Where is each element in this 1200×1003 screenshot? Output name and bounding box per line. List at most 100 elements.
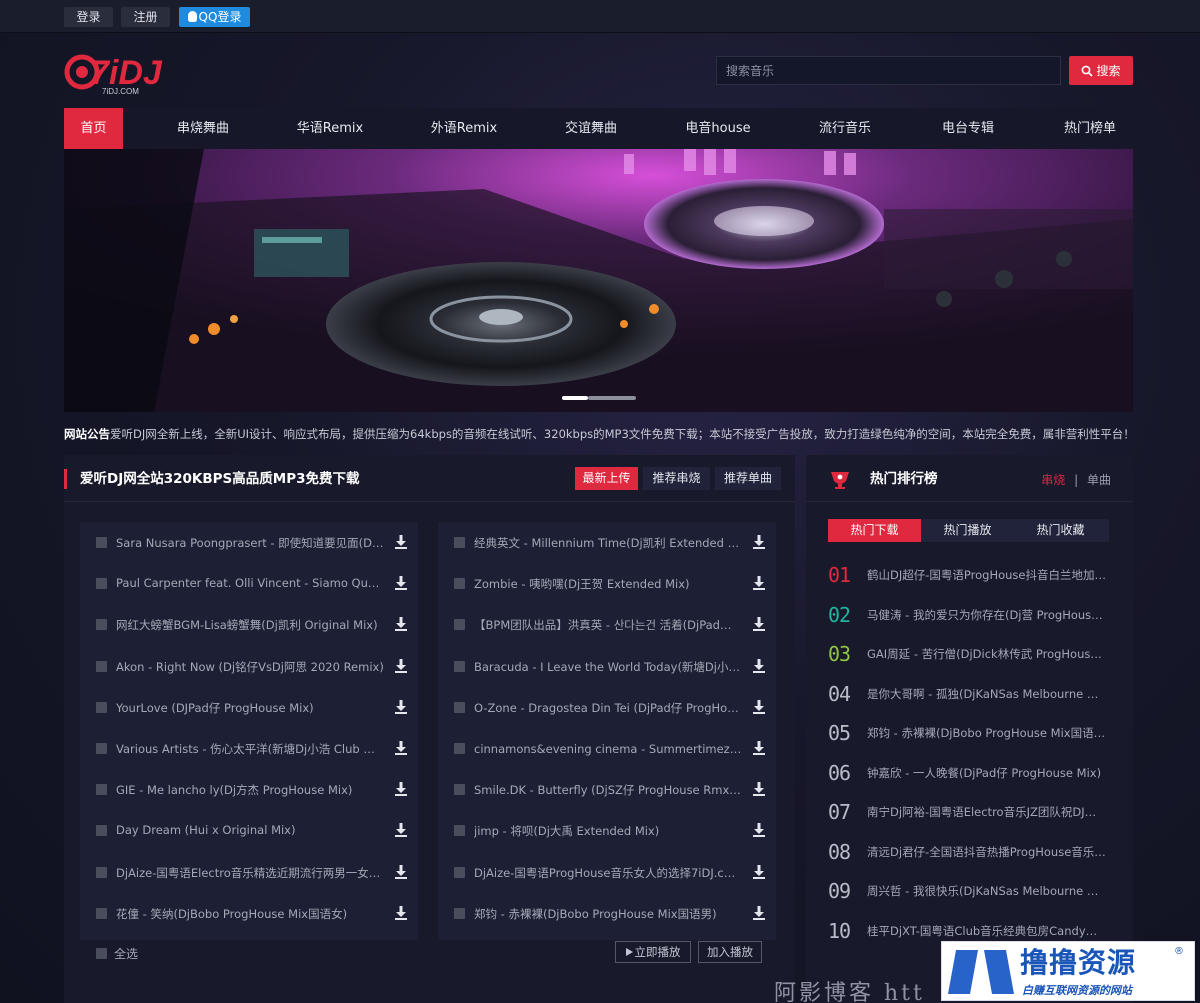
download-icon[interactable] bbox=[753, 905, 765, 920]
song-checkbox[interactable] bbox=[454, 537, 465, 548]
download-icon[interactable] bbox=[395, 699, 407, 714]
song-title[interactable]: cinnamons&evening cinema - Summertimezip… bbox=[474, 741, 742, 757]
download-icon[interactable] bbox=[395, 782, 407, 797]
nav-item-ballroom[interactable]: 交谊舞曲 bbox=[556, 108, 626, 149]
song-title[interactable]: Day Dream (Hui x Original Mix) bbox=[116, 823, 384, 837]
song-title[interactable]: Zombie - 咦哟嘿(Dj王贺 Extended Mix) bbox=[474, 576, 742, 592]
song-checkbox[interactable] bbox=[96, 784, 107, 796]
download-icon[interactable] bbox=[753, 864, 765, 879]
song-checkbox[interactable] bbox=[96, 866, 107, 878]
play-now-button[interactable]: 立即播放 bbox=[615, 941, 691, 963]
song-row[interactable]: 【BPM团队出品】洪真英 - 산다는건 活着(DjPad仔 ProgHouse) bbox=[438, 604, 776, 645]
rank-song-title[interactable]: 钟嘉欣 - 一人晚餐(DjPad仔 ProgHouse Mix) bbox=[867, 765, 1107, 781]
rank-song-title[interactable]: 鹤山DJ超仔-国粤语ProgHouse抖音白兰地加冰串烧 bbox=[867, 567, 1107, 583]
song-title[interactable]: Paul Carpenter feat. Olli Vincent - Siam… bbox=[116, 576, 384, 590]
song-row[interactable]: Day Dream (Hui x Original Mix) bbox=[80, 810, 418, 851]
song-checkbox[interactable] bbox=[96, 578, 107, 590]
song-checkbox[interactable] bbox=[96, 537, 107, 548]
download-icon[interactable] bbox=[395, 617, 407, 632]
song-title[interactable]: jimp - 将呗(Dj大禹 Extended Mix) bbox=[474, 823, 742, 839]
select-all[interactable]: 全选 bbox=[96, 945, 138, 962]
song-title[interactable]: 花僮 - 笑纳(DjBobo ProgHouse Mix国语女) bbox=[116, 906, 384, 922]
tab-hot-favorite[interactable]: 热门收藏 bbox=[1014, 519, 1107, 542]
switch-medley[interactable]: 串烧 bbox=[1041, 473, 1065, 487]
song-title[interactable]: Smile.DK - Butterfly (DjSZ仔 ProgHouse Rm… bbox=[474, 782, 742, 798]
add-to-playlist-button[interactable]: 加入播放 bbox=[698, 941, 762, 963]
song-row[interactable]: Smile.DK - Butterfly (DjSZ仔 ProgHouse Rm… bbox=[438, 769, 776, 810]
rank-song-title[interactable]: 桂平DjXT-国粤语Club音乐经典包房Candy节奏 bbox=[867, 923, 1107, 939]
song-title[interactable]: GIE - Me lancho ly(Dj方杰 ProgHouse Mix) bbox=[116, 782, 384, 798]
rank-song-title[interactable]: 是你大哥啊 - 孤独(DjKaNSas Melbourne Mix) bbox=[867, 686, 1107, 702]
switch-single[interactable]: 单曲 bbox=[1087, 473, 1111, 487]
nav-item-foreign-remix[interactable]: 外语Remix bbox=[424, 108, 504, 149]
search-input[interactable] bbox=[716, 56, 1061, 85]
download-icon[interactable] bbox=[395, 658, 407, 673]
rank-song-title[interactable]: 清远Dj君仔-全国语抖音热播ProgHouse音乐7iDJ bbox=[867, 844, 1107, 860]
search-button[interactable]: 搜索 bbox=[1069, 56, 1133, 85]
tab-hot-play[interactable]: 热门播放 bbox=[921, 519, 1014, 542]
song-title[interactable]: DjAize-国粤语ProgHouse音乐女人的选择7iDJ.com串烧 bbox=[474, 865, 742, 881]
song-checkbox[interactable] bbox=[96, 907, 107, 919]
download-icon[interactable] bbox=[395, 905, 407, 920]
song-row[interactable]: 郑钧 - 赤裸裸(DjBobo ProgHouse Mix国语男) bbox=[438, 893, 776, 934]
song-title[interactable]: 经典英文 - Millennium Time(Dj凯利 Extended Mix… bbox=[474, 535, 742, 551]
song-row[interactable]: DjAize-国粤语Electro音乐精选近期流行两男一女7iDJ.com bbox=[80, 852, 418, 893]
nav-item-charts[interactable]: 热门榜单 bbox=[1055, 108, 1125, 149]
song-title[interactable]: 网红大螃蟹BGM-Lisa螃蟹舞(Dj凯利 Original Mix) bbox=[116, 617, 384, 633]
song-row[interactable]: cinnamons&evening cinema - Summertimezip… bbox=[438, 728, 776, 769]
select-all-checkbox[interactable] bbox=[96, 948, 107, 959]
song-checkbox[interactable] bbox=[454, 701, 465, 713]
song-title[interactable]: Various Artists - 伤心太平洋(新塘Dj小浩 Club Mix) bbox=[116, 741, 384, 757]
download-icon[interactable] bbox=[753, 576, 765, 591]
hero-banner[interactable] bbox=[64, 149, 1133, 412]
song-row[interactable]: Various Artists - 伤心太平洋(新塘Dj小浩 Club Mix) bbox=[80, 728, 418, 769]
song-checkbox[interactable] bbox=[96, 701, 107, 713]
tab-latest[interactable]: 最新上传 bbox=[575, 467, 638, 490]
song-row[interactable]: 经典英文 - Millennium Time(Dj凯利 Extended Mix… bbox=[438, 522, 776, 563]
rank-item[interactable]: 06 钟嘉欣 - 一人晚餐(DjPad仔 ProgHouse Mix) bbox=[828, 758, 1111, 797]
song-checkbox[interactable] bbox=[96, 825, 107, 837]
download-icon[interactable] bbox=[753, 823, 765, 838]
rank-song-title[interactable]: 周兴哲 - 我很快乐(DjKaNSas Melbourne Mix) bbox=[867, 883, 1107, 899]
site-logo[interactable]: 7iDJ 7iDJ.COM bbox=[64, 48, 180, 96]
song-title[interactable]: 郑钧 - 赤裸裸(DjBobo ProgHouse Mix国语男) bbox=[474, 906, 742, 922]
song-row[interactable]: O-Zone - Dragostea Din Tei (DjPad仔 ProgH… bbox=[438, 687, 776, 728]
song-title[interactable]: Akon - Right Now (Dj铭仔VsDj阿思 2020 Remix) bbox=[116, 659, 384, 675]
song-row[interactable]: Paul Carpenter feat. Olli Vincent - Siam… bbox=[80, 563, 418, 604]
song-checkbox[interactable] bbox=[454, 866, 465, 878]
rank-song-title[interactable]: 马健涛 - 我的爱只为你存在(Dj营 ProgHouse Mix) bbox=[867, 607, 1107, 623]
nav-item-radio[interactable]: 电台专辑 bbox=[933, 108, 1003, 149]
song-title[interactable]: Baracuda - I Leave the World Today(新塘Dj小… bbox=[474, 659, 742, 675]
rank-item[interactable]: 08 清远Dj君仔-全国语抖音热播ProgHouse音乐7iDJ bbox=[828, 837, 1111, 876]
song-row[interactable]: 网红大螃蟹BGM-Lisa螃蟹舞(Dj凯利 Original Mix) bbox=[80, 604, 418, 645]
rank-item[interactable]: 09 周兴哲 - 我很快乐(DjKaNSas Melbourne Mix) bbox=[828, 876, 1111, 915]
song-row[interactable]: 花僮 - 笑纳(DjBobo ProgHouse Mix国语女) bbox=[80, 893, 418, 934]
rank-item[interactable]: 05 郑钧 - 赤裸裸(DjBobo ProgHouse Mix国语男) bbox=[828, 718, 1111, 757]
song-title[interactable]: YourLove (DJPad仔 ProgHouse Mix) bbox=[116, 700, 384, 716]
song-checkbox[interactable] bbox=[454, 907, 465, 919]
rank-song-title[interactable]: 郑钧 - 赤裸裸(DjBobo ProgHouse Mix国语男) bbox=[867, 725, 1107, 741]
tab-hot-download[interactable]: 热门下载 bbox=[828, 519, 921, 542]
rank-item[interactable]: 04 是你大哥啊 - 孤独(DjKaNSas Melbourne Mix) bbox=[828, 679, 1111, 718]
rank-song-title[interactable]: GAI周延 - 苦行僧(DjDick林传武 ProgHouse Mix) bbox=[867, 646, 1107, 662]
nav-item-medley[interactable]: 串烧舞曲 bbox=[168, 108, 238, 149]
song-row[interactable]: jimp - 将呗(Dj大禹 Extended Mix) bbox=[438, 810, 776, 851]
rank-song-title[interactable]: 南宁Dj阿裕-国粤语Electro音乐JZ团队祝DJ建伟生日 bbox=[867, 804, 1107, 820]
tab-recommended-single[interactable]: 推荐单曲 bbox=[715, 467, 781, 490]
song-row[interactable]: Akon - Right Now (Dj铭仔VsDj阿思 2020 Remix) bbox=[80, 646, 418, 687]
song-title[interactable]: Sara Nusara Poongprasert - 即使知道要见面(DjSZ仔… bbox=[116, 535, 384, 551]
nav-item-chinese-remix[interactable]: 华语Remix bbox=[290, 108, 370, 149]
rank-item[interactable]: 01 鹤山DJ超仔-国粤语ProgHouse抖音白兰地加冰串烧 bbox=[828, 560, 1111, 599]
banner-dot[interactable] bbox=[588, 396, 636, 400]
song-checkbox[interactable] bbox=[454, 660, 465, 672]
song-row[interactable]: YourLove (DJPad仔 ProgHouse Mix) bbox=[80, 687, 418, 728]
song-title[interactable]: O-Zone - Dragostea Din Tei (DjPad仔 ProgH… bbox=[474, 700, 742, 716]
song-checkbox[interactable] bbox=[96, 743, 107, 754]
song-row[interactable]: DjAize-国粤语ProgHouse音乐女人的选择7iDJ.com串烧 bbox=[438, 852, 776, 893]
download-icon[interactable] bbox=[753, 535, 765, 549]
tab-recommended-medley[interactable]: 推荐串烧 bbox=[643, 467, 710, 490]
song-checkbox[interactable] bbox=[96, 660, 107, 672]
song-row[interactable]: GIE - Me lancho ly(Dj方杰 ProgHouse Mix) bbox=[80, 769, 418, 810]
nav-item-house[interactable]: 电音house bbox=[679, 108, 757, 149]
song-checkbox[interactable] bbox=[454, 578, 465, 590]
